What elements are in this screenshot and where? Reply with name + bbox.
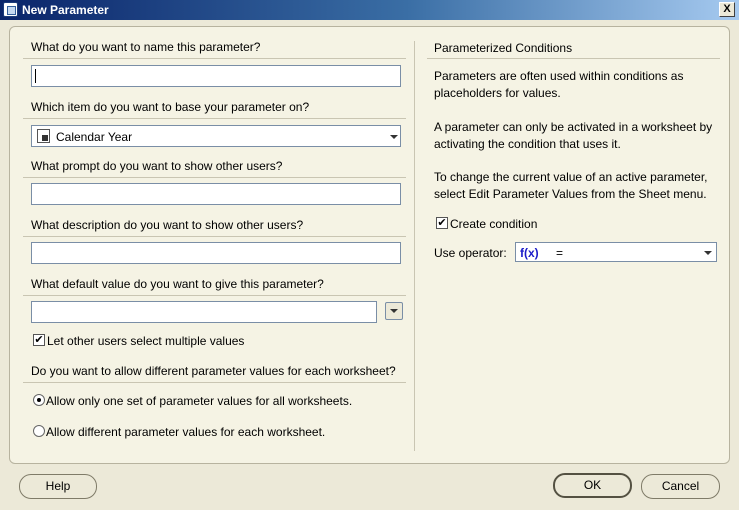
separator (427, 58, 720, 59)
default-value-input[interactable] (31, 301, 377, 323)
multi-select-checkbox[interactable]: ✔ (33, 334, 45, 346)
radio-different-values-label: Allow different parameter values for eac… (46, 425, 326, 439)
base-item-select[interactable]: Calendar Year (31, 125, 401, 147)
cancel-button[interactable]: Cancel (641, 474, 720, 499)
checkmark-icon: ✔ (34, 334, 44, 346)
info-paragraph-2: A parameter can only be activated in a w… (434, 120, 713, 151)
info-paragraph-3: To change the current value of an active… (434, 170, 708, 201)
base-item-value: Calendar Year (56, 130, 133, 144)
parameter-name-input[interactable] (31, 65, 401, 87)
close-button[interactable]: X (719, 2, 735, 17)
separator (23, 236, 406, 237)
help-button[interactable]: Help (19, 474, 97, 499)
item-question-label: Which item do you want to base your para… (31, 100, 310, 114)
name-question-label: What do you want to name this parameter? (31, 40, 261, 54)
conditions-heading: Parameterized Conditions (434, 41, 573, 55)
chevron-down-icon (704, 251, 712, 255)
default-value-dropdown-button[interactable] (385, 302, 403, 320)
separator (23, 177, 406, 178)
description-question-label: What description do you want to show oth… (31, 218, 304, 232)
operator-label: Use operator: (434, 246, 507, 260)
title-bar: New Parameter X (0, 0, 739, 20)
multi-select-label: Let other users select multiple values (47, 334, 245, 348)
function-icon: f(x) (520, 246, 539, 260)
separator (23, 295, 406, 296)
create-condition-label: Create condition (450, 217, 538, 231)
create-condition-checkbox[interactable]: ✔ (436, 217, 448, 229)
app-icon (3, 2, 18, 17)
default-question-label: What default value do you want to give t… (31, 277, 324, 291)
info-paragraph-1: Parameters are often used within conditi… (434, 69, 684, 100)
operator-select[interactable]: f(x) = (515, 242, 717, 262)
radio-different-values[interactable] (33, 425, 45, 437)
prompt-question-label: What prompt do you want to show other us… (31, 159, 283, 173)
window-title: New Parameter (22, 3, 109, 17)
description-input[interactable] (31, 242, 401, 264)
operator-value: = (556, 246, 564, 260)
radio-one-set[interactable] (33, 394, 45, 406)
text-caret (35, 69, 36, 83)
separator (23, 382, 406, 383)
worksheet-question-label: Do you want to allow different parameter… (31, 364, 396, 378)
checkmark-icon: ✔ (437, 217, 447, 229)
ok-button[interactable]: OK (553, 473, 632, 498)
chevron-down-icon (390, 135, 398, 139)
separator (23, 118, 406, 119)
radio-one-set-label: Allow only one set of parameter values f… (46, 394, 353, 408)
column-divider (414, 41, 415, 451)
chevron-down-icon (390, 309, 398, 313)
item-icon (37, 129, 50, 143)
separator (23, 58, 406, 59)
prompt-input[interactable] (31, 183, 401, 205)
